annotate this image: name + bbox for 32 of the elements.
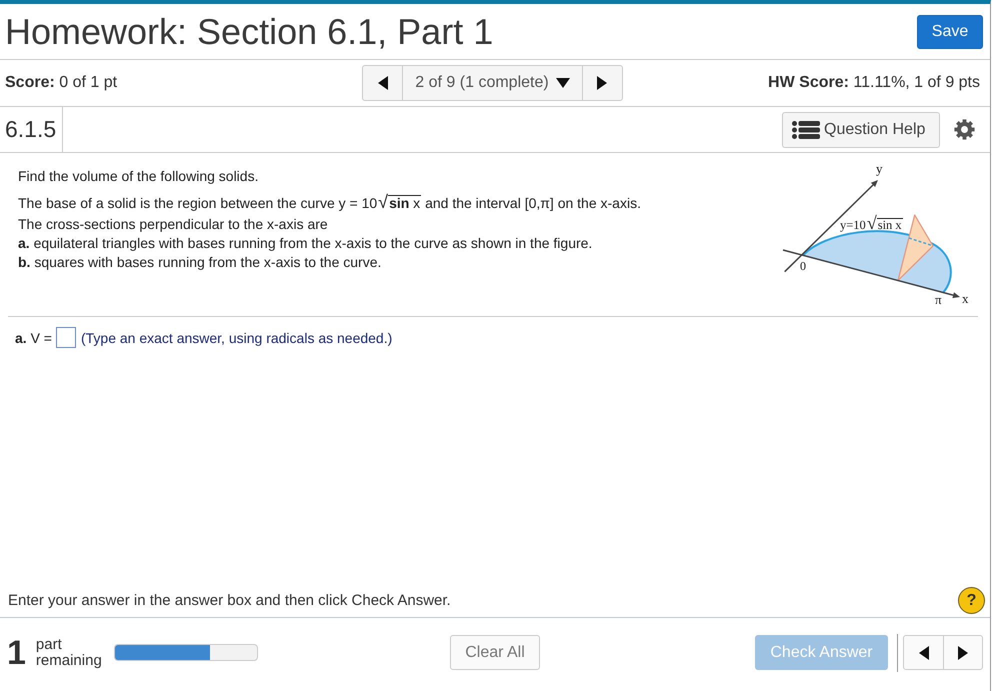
clear-all-button[interactable]: Clear All: [450, 635, 540, 670]
caret-icon: [556, 78, 570, 88]
left-arrow-icon: [918, 646, 928, 660]
answer-label: a. V =: [15, 330, 52, 346]
question-number: 6.1.5: [0, 107, 64, 152]
problem-part: b. squares with bases running from the x-axis to the curve.: [18, 253, 382, 272]
instruction-text: Enter your answer in the answer box and then click Check Answer.: [8, 592, 451, 609]
problem-statement: The base of a solid is the region between the curve y = 10√sin x and the interval [0,π] on the x-axis.: [18, 192, 642, 214]
settings-icon[interactable]: [954, 119, 975, 140]
left-arrow-icon: [378, 76, 388, 90]
save-button[interactable]: Save: [917, 14, 983, 48]
cross-section-triangle: [897, 214, 934, 282]
y-axis-label: y: [876, 161, 882, 176]
curve-label: y=10√sin x: [840, 214, 903, 232]
problem-text: The cross-sections perpendicular to the x-axis are: [18, 215, 329, 234]
help-button[interactable]: ?: [958, 587, 985, 614]
parts-remaining-label: part remaining: [36, 636, 102, 668]
right-arrow-icon: [958, 646, 968, 660]
question-help-button[interactable]: Question Help: [782, 112, 940, 148]
answer-box[interactable]: [56, 327, 76, 348]
answer-hint: (Type an exact answer, using radicals as needed.): [80, 330, 392, 346]
pi-label: π: [935, 292, 942, 307]
page-title: Homework: Section 6.1, Part 1: [5, 10, 494, 52]
instruction-text: Find the volume of the following solids.: [18, 167, 260, 186]
parts-count: 1: [7, 636, 26, 670]
right-arrow-icon: [597, 76, 608, 90]
x-axis-label: x: [962, 291, 968, 306]
score-text: Score: 0 of 1 pt: [5, 74, 118, 92]
origin-label: 0: [800, 259, 806, 273]
problem-part: a. equilateral triangles with bases running from the x-axis to the curve as shown in the figure.: [18, 234, 594, 253]
hw-score-text: HW Score: 11.11%, 1 of 9 pts: [768, 74, 980, 92]
list-icon: [792, 120, 820, 138]
